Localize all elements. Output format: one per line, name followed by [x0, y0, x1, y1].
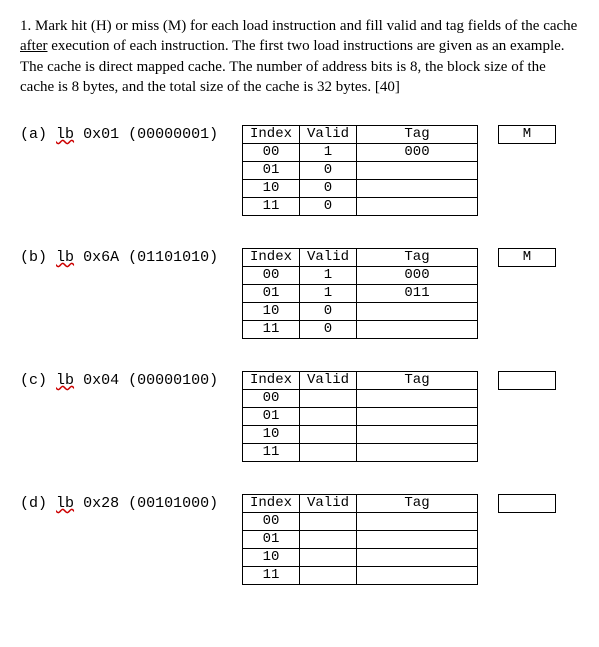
cell-tag[interactable] [357, 513, 478, 531]
cell-valid[interactable] [300, 549, 357, 567]
cell-tag[interactable] [357, 426, 478, 444]
problem-block: (c) lb 0x04 (00000100) Index Valid Tag 0… [20, 371, 579, 462]
hit-miss-box[interactable] [498, 494, 556, 513]
table-row: 001000 [243, 267, 478, 285]
table-row: 10 [243, 426, 478, 444]
cell-index: 00 [243, 390, 300, 408]
intro-underlined: after [20, 38, 47, 54]
cell-valid[interactable]: 1 [300, 267, 357, 285]
cell-tag[interactable] [357, 531, 478, 549]
cache-table: Index Valid Tag 00011011 [242, 371, 478, 462]
cell-index: 01 [243, 285, 300, 303]
cell-index: 11 [243, 321, 300, 339]
problem-block: (a) lb 0x01 (00000001) Index Valid Tag 0… [20, 125, 579, 216]
instruction-label: (c) lb 0x04 (00000100) [20, 371, 242, 389]
cell-valid[interactable]: 0 [300, 303, 357, 321]
cell-valid[interactable] [300, 513, 357, 531]
cell-tag[interactable]: 000 [357, 144, 478, 162]
cell-index: 01 [243, 408, 300, 426]
cell-valid[interactable]: 0 [300, 162, 357, 180]
col-header-index: Index [243, 372, 300, 390]
cell-tag[interactable] [357, 408, 478, 426]
cell-index: 11 [243, 444, 300, 462]
problem-block: (d) lb 0x28 (00101000) Index Valid Tag 0… [20, 494, 579, 585]
question-intro: 1. Mark hit (H) or miss (M) for each loa… [20, 16, 579, 97]
cell-tag[interactable] [357, 321, 478, 339]
instruction-label: (a) lb 0x01 (00000001) [20, 125, 242, 143]
table-row: 00 [243, 513, 478, 531]
question-number: 1. [20, 18, 31, 34]
cell-index: 00 [243, 267, 300, 285]
cell-valid[interactable]: 0 [300, 180, 357, 198]
cell-tag[interactable] [357, 303, 478, 321]
cache-table: Index Valid Tag 001000011011100110 [242, 248, 478, 339]
cell-tag[interactable] [357, 390, 478, 408]
col-header-index: Index [243, 126, 300, 144]
cell-valid[interactable]: 1 [300, 285, 357, 303]
table-row: 011011 [243, 285, 478, 303]
col-header-tag: Tag [357, 495, 478, 513]
cell-index: 01 [243, 162, 300, 180]
col-header-valid: Valid [300, 126, 357, 144]
col-header-index: Index [243, 495, 300, 513]
cell-index: 00 [243, 144, 300, 162]
cell-tag[interactable] [357, 162, 478, 180]
cell-valid[interactable] [300, 426, 357, 444]
cell-tag[interactable] [357, 444, 478, 462]
cell-valid[interactable]: 0 [300, 321, 357, 339]
col-header-valid: Valid [300, 372, 357, 390]
cell-index: 10 [243, 549, 300, 567]
col-header-tag: Tag [357, 126, 478, 144]
table-row: 001000 [243, 144, 478, 162]
hit-miss-box[interactable] [498, 371, 556, 390]
hit-miss-box[interactable]: M [498, 248, 556, 267]
cell-valid[interactable]: 0 [300, 198, 357, 216]
table-row: 110 [243, 321, 478, 339]
table-row: 10 [243, 549, 478, 567]
col-header-tag: Tag [357, 372, 478, 390]
cell-index: 10 [243, 426, 300, 444]
problem-block: (b) lb 0x6A (01101010) Index Valid Tag 0… [20, 248, 579, 339]
cell-index: 10 [243, 180, 300, 198]
table-row: 11 [243, 444, 478, 462]
cell-tag[interactable] [357, 180, 478, 198]
table-row: 110 [243, 198, 478, 216]
col-header-valid: Valid [300, 495, 357, 513]
cache-table: Index Valid Tag 00011011 [242, 494, 478, 585]
instruction-label: (d) lb 0x28 (00101000) [20, 494, 242, 512]
table-row: 00 [243, 390, 478, 408]
table-row: 01 [243, 531, 478, 549]
cell-valid[interactable] [300, 390, 357, 408]
cell-index: 01 [243, 531, 300, 549]
cell-index: 10 [243, 303, 300, 321]
intro-pre: Mark hit (H) or miss (M) for each load i… [31, 18, 577, 34]
hit-miss-box[interactable]: M [498, 125, 556, 144]
cell-index: 11 [243, 567, 300, 585]
col-header-valid: Valid [300, 249, 357, 267]
cache-table: Index Valid Tag 001000010100110 [242, 125, 478, 216]
cell-valid[interactable] [300, 567, 357, 585]
cell-tag[interactable] [357, 549, 478, 567]
col-header-tag: Tag [357, 249, 478, 267]
table-row: 01 [243, 408, 478, 426]
table-row: 11 [243, 567, 478, 585]
table-row: 100 [243, 303, 478, 321]
cell-tag[interactable] [357, 198, 478, 216]
intro-post: execution of each instruction. The first… [20, 38, 565, 95]
table-row: 010 [243, 162, 478, 180]
instruction-label: (b) lb 0x6A (01101010) [20, 248, 242, 266]
cell-index: 00 [243, 513, 300, 531]
cell-index: 11 [243, 198, 300, 216]
cell-valid[interactable] [300, 444, 357, 462]
cell-tag[interactable]: 011 [357, 285, 478, 303]
table-row: 100 [243, 180, 478, 198]
cell-valid[interactable] [300, 408, 357, 426]
cell-valid[interactable]: 1 [300, 144, 357, 162]
col-header-index: Index [243, 249, 300, 267]
cell-valid[interactable] [300, 531, 357, 549]
cell-tag[interactable]: 000 [357, 267, 478, 285]
cell-tag[interactable] [357, 567, 478, 585]
